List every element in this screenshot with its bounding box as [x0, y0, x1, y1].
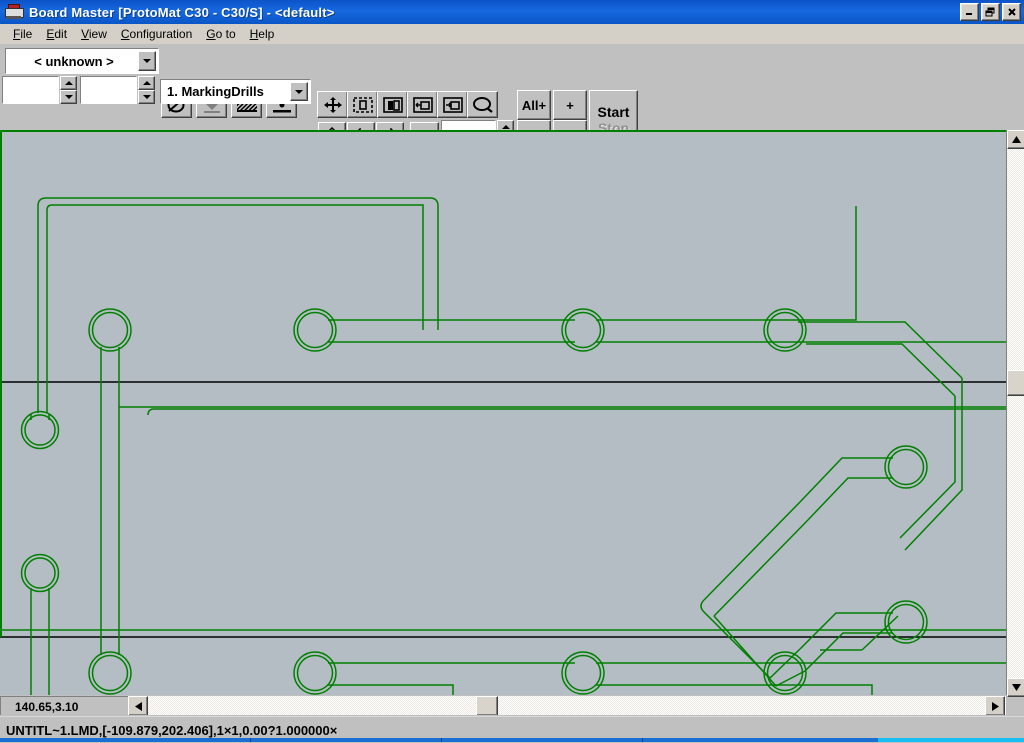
- coordinate-value: 140.65,3.10: [15, 700, 78, 714]
- spin-left-up-icon[interactable]: [60, 76, 77, 90]
- menu-label-configuration-rest: onfiguration: [130, 27, 193, 41]
- spin-left-down-icon[interactable]: [60, 90, 77, 104]
- spin-right-down-icon[interactable]: [138, 90, 155, 104]
- spin-left[interactable]: [2, 76, 77, 104]
- phase-chevron-down-icon[interactable]: [290, 82, 308, 101]
- two-pane-icon-button[interactable]: [377, 91, 408, 118]
- taskbar-strip: [0, 738, 1024, 742]
- taskbar-segment-3[interactable]: [442, 738, 643, 742]
- toolbar-panel: < unknown >: [0, 44, 1024, 130]
- scroll-left-icon[interactable]: [128, 696, 148, 716]
- phase-combo[interactable]: 1. MarkingDrills: [160, 79, 311, 104]
- select-region-icon-button[interactable]: [347, 91, 378, 118]
- close-button[interactable]: [1002, 3, 1021, 21]
- restore-button[interactable]: [981, 3, 1000, 21]
- menu-item-view[interactable]: View: [74, 25, 114, 43]
- spin-right[interactable]: [80, 76, 155, 104]
- material-combo[interactable]: < unknown >: [5, 48, 159, 74]
- menu-item-configuration[interactable]: Configuration: [114, 25, 199, 43]
- phase-combo-value: 1. MarkingDrills: [161, 80, 290, 103]
- menu-label-view-rest: iew: [89, 27, 107, 41]
- status-line-text: UNTITL~1.LMD,[-109.879,202.406],1×1,0.00…: [6, 723, 337, 738]
- pan-move-icon-button[interactable]: [317, 91, 348, 118]
- zoom-page-in-icon-button[interactable]: [407, 91, 438, 118]
- all-plus-button[interactable]: All+: [517, 90, 551, 120]
- horizontal-scroll-thumb[interactable]: [476, 696, 498, 716]
- board-master-window: Board Master [ProtoMat C30 - C30/S] - <d…: [0, 0, 1024, 742]
- scroll-down-icon[interactable]: [1007, 678, 1024, 697]
- zoom-page-out-icon-button[interactable]: [437, 91, 468, 118]
- taskbar-tray[interactable]: [878, 738, 1024, 742]
- menu-item-file[interactable]: File: [6, 25, 39, 43]
- start-label: Start: [598, 104, 630, 120]
- vertical-scroll-thumb[interactable]: [1007, 370, 1024, 396]
- menu-label-edit-rest: dit: [54, 27, 67, 41]
- spin-right-value[interactable]: [80, 76, 137, 104]
- spin-left-value[interactable]: [2, 76, 59, 104]
- vertical-scrollbar[interactable]: [1006, 130, 1024, 695]
- plus-label: +: [566, 98, 574, 113]
- menu-label-help-rest: elp: [258, 27, 274, 41]
- title-bar[interactable]: Board Master [ProtoMat C30 - C30/S] - <d…: [0, 0, 1024, 24]
- window-title: Board Master [ProtoMat C30 - C30/S] - <d…: [29, 5, 335, 20]
- all-plus-label: All+: [522, 98, 546, 113]
- menu-label-file-rest: ile: [20, 27, 32, 41]
- scroll-up-icon[interactable]: [1007, 130, 1024, 149]
- coordinate-readout: 140.65,3.10: [0, 696, 144, 717]
- pcb-drawing: [0, 130, 1006, 695]
- menu-item-goto[interactable]: Go to: [199, 25, 242, 43]
- menu-item-edit[interactable]: Edit: [39, 25, 74, 43]
- pcb-layout-canvas[interactable]: [0, 130, 1006, 695]
- taskbar-segment-2[interactable]: [251, 738, 442, 742]
- spin-right-up-icon[interactable]: [138, 76, 155, 90]
- menu-label-goto-rest: o to: [216, 27, 236, 41]
- material-combo-value: < unknown >: [6, 49, 138, 73]
- scroll-right-icon[interactable]: [985, 696, 1005, 716]
- taskbar-segment-1[interactable]: [0, 738, 251, 742]
- board-master-icon: [4, 4, 24, 20]
- chevron-down-icon[interactable]: [138, 51, 156, 71]
- menu-bar: File Edit View Configuration Go to Help: [0, 24, 1024, 45]
- horizontal-scrollbar[interactable]: [128, 696, 1006, 715]
- window-controls: [960, 3, 1021, 21]
- magnifier-icon-button[interactable]: [467, 91, 498, 118]
- menu-item-help[interactable]: Help: [243, 25, 282, 43]
- minimize-button[interactable]: [960, 3, 979, 21]
- plus-button[interactable]: +: [553, 90, 587, 120]
